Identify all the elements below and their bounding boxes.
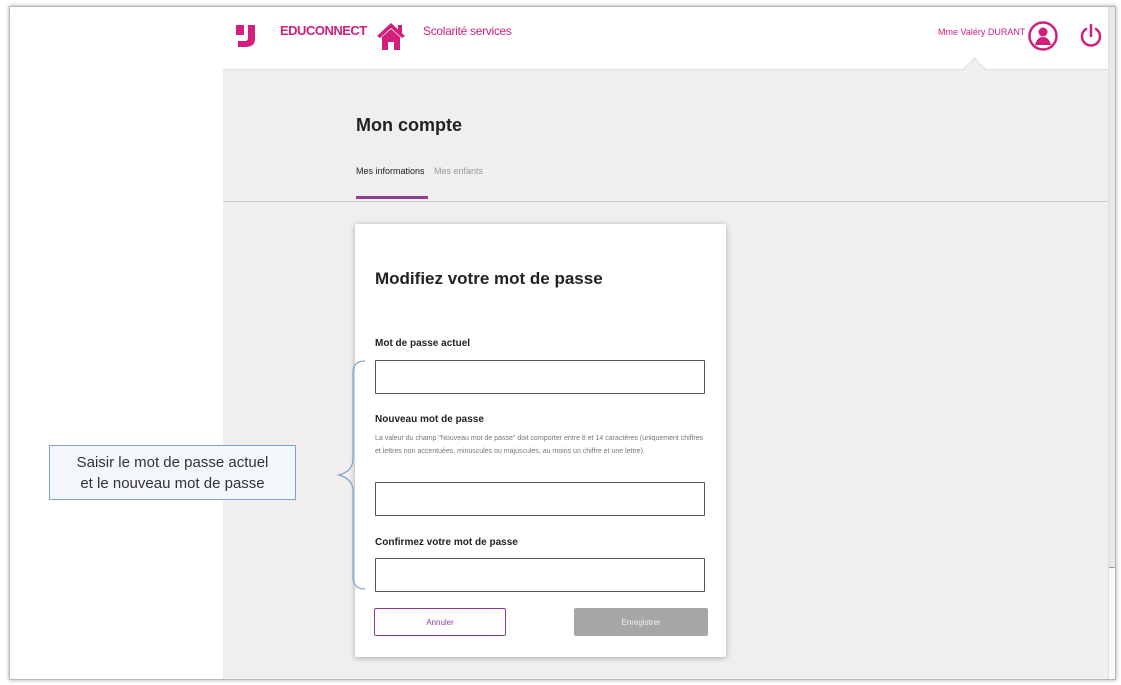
current-password-input[interactable]: [375, 360, 705, 394]
user-name[interactable]: Mme Valéry DURANT: [938, 27, 1025, 37]
form-title: Modifiez votre mot de passe: [375, 269, 603, 288]
callout-line-1: Saisir le mot de passe actuel: [76, 454, 269, 471]
tab-mes-informations[interactable]: Mes informations: [356, 166, 425, 176]
confirm-password-label: Confirmez votre mot de passe: [375, 537, 518, 548]
active-tab-indicator: [356, 196, 428, 199]
brand-name[interactable]: EDUCONNECT: [280, 23, 367, 38]
scrollbar[interactable]: [1108, 7, 1115, 679]
service-link[interactable]: Scolarité services: [423, 24, 512, 38]
annotation-callout: Saisir le mot de passe actuel et le nouv…: [49, 445, 296, 500]
current-password-label: Mot de passe actuel: [375, 338, 471, 349]
tab-mes-enfants[interactable]: Mes enfants: [434, 166, 483, 176]
new-password-label: Nouveau mot de passe: [375, 414, 484, 425]
user-avatar-icon[interactable]: [1028, 21, 1058, 51]
cancel-button[interactable]: Annuler: [374, 608, 506, 636]
left-margin: [10, 7, 223, 679]
page-title: Mon compte: [356, 115, 462, 135]
confirm-password-input[interactable]: [375, 558, 705, 592]
save-button[interactable]: Enregistrer: [574, 608, 708, 636]
educonnect-logo-icon[interactable]: [233, 21, 261, 49]
power-icon[interactable]: [1078, 23, 1104, 49]
annotation-brace: [336, 360, 366, 590]
new-password-input[interactable]: [375, 482, 705, 516]
top-header: EDUCONNECT Scolarité services Mme Valéry…: [223, 7, 1115, 70]
home-icon[interactable]: [375, 20, 407, 52]
password-change-card: Modifiez votre mot de passe Mot de passe…: [355, 224, 726, 657]
screenshot-frame: EDUCONNECT Scolarité services Mme Valéry…: [9, 6, 1116, 680]
tabs-divider: [223, 201, 1115, 202]
password-help-text: La valeur du champ "Nouveau mot de passe…: [375, 435, 704, 455]
scrollbar-thumb[interactable]: [1109, 7, 1115, 568]
callout-line-2: et le nouveau mot de passe: [80, 475, 265, 492]
